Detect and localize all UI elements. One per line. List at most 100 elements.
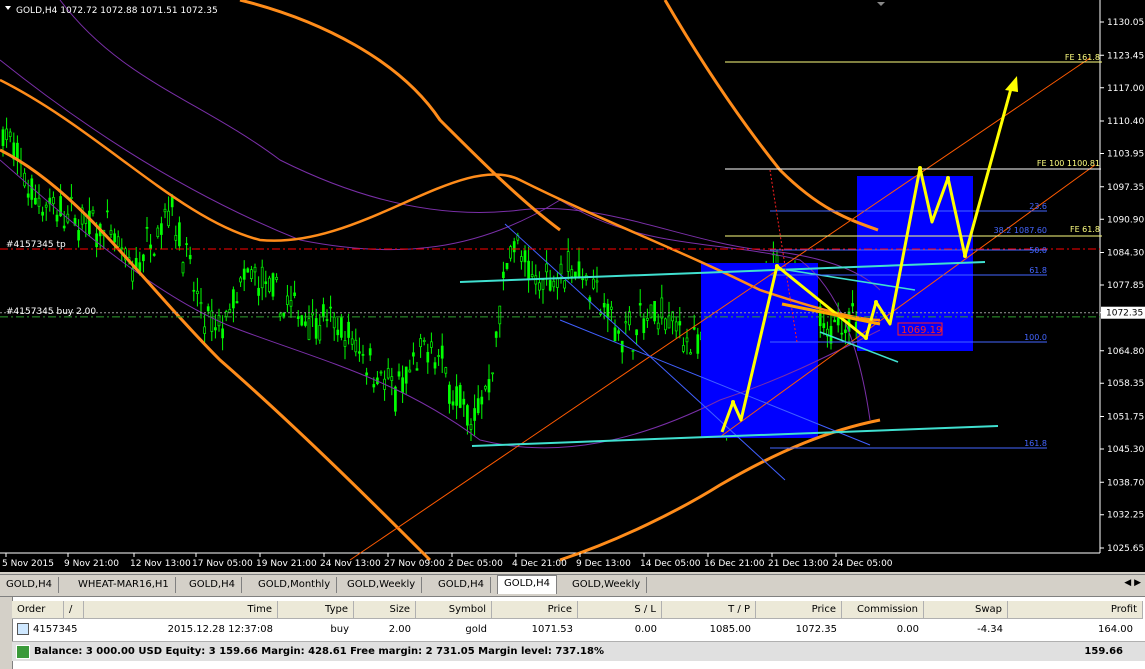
chart-canvas[interactable]: FE 161.8 FE 100 1100.81 FE 61.8 23.6 38.2 10…: [0, 0, 1145, 572]
chart-tab[interactable]: GOLD,Monthly: [252, 577, 338, 593]
col-size-header[interactable]: Size: [354, 601, 416, 619]
candle-body: [365, 372, 368, 376]
col-sort-header[interactable]: /: [64, 601, 84, 619]
candle-body: [494, 331, 498, 338]
candle-body: [116, 236, 120, 247]
balance-row: Balance: 3 000.00 USD Equity: 3 159.66 M…: [12, 641, 1145, 661]
time-tick-label: 2 Dec 05:00: [448, 559, 503, 569]
col-order-header[interactable]: Order: [12, 601, 64, 619]
col-tp-header[interactable]: T / P: [662, 601, 756, 619]
candle-body: [426, 352, 430, 363]
chart-tab[interactable]: GOLD,Weekly: [341, 577, 423, 593]
candle-body: [296, 316, 300, 319]
candle-body: [88, 210, 91, 235]
candle-body: [444, 367, 448, 374]
candle-body: [181, 262, 185, 274]
candle-body: [664, 318, 667, 331]
time-tick-label: 14 Dec 05:00: [640, 559, 701, 569]
order-cell-swap[interactable]: -4.34: [924, 621, 1008, 639]
col-price-header[interactable]: Price: [492, 601, 578, 619]
price-tick-label: 1025.65: [1107, 544, 1144, 554]
chart-menu-arrow-icon[interactable]: [5, 6, 11, 10]
price-tick-label: 1038.70: [1107, 478, 1144, 488]
balance-profit: 159.66: [1084, 646, 1123, 657]
chart-tab[interactable]: GOLD,H4: [183, 577, 242, 593]
time-tick-label: 24 Nov 13:00: [320, 559, 381, 569]
candle-body: [563, 280, 566, 289]
candle-body: [340, 317, 343, 338]
order-cell-time[interactable]: 2015.12.28 12:37:08: [84, 621, 278, 639]
candle-body: [152, 253, 156, 256]
order-cell-price[interactable]: 1071.53: [492, 621, 578, 639]
candle-body: [268, 277, 271, 292]
candle-body: [649, 304, 653, 319]
col-type-header[interactable]: Type: [278, 601, 354, 619]
chart-tab[interactable]: GOLD,Weekly: [566, 577, 648, 593]
candle-body: [408, 369, 412, 373]
order-cell-commission[interactable]: 0.00: [842, 621, 924, 639]
candle-body: [476, 398, 480, 414]
candle-body: [656, 322, 660, 330]
candle-body: [624, 321, 628, 324]
candle-body: [437, 355, 440, 357]
candle-body: [394, 386, 397, 412]
chart-tab[interactable]: WHEAT-MAR16,H1: [72, 577, 176, 593]
candle-body: [264, 281, 268, 285]
order-cell-profit[interactable]: 164.00: [1008, 621, 1138, 639]
candle-body: [667, 315, 671, 329]
candle-body: [314, 318, 318, 339]
col-symbol-header[interactable]: Symbol: [416, 601, 492, 619]
candle-body: [660, 297, 664, 319]
candle-body: [70, 197, 73, 199]
candle-body: [41, 211, 44, 216]
chart-tab[interactable]: GOLD,H4: [432, 577, 491, 593]
order-cell-order[interactable]: 4157345: [12, 621, 84, 639]
candle-body: [610, 306, 613, 310]
buy-order-label: #4157345 buy 2.00: [6, 307, 96, 317]
candle-body: [5, 128, 8, 141]
candle-body: [289, 300, 293, 307]
candle-body: [203, 326, 206, 334]
price-tick-label: 1084.30: [1107, 249, 1144, 259]
candle-body: [109, 230, 113, 235]
candle-body: [628, 311, 631, 326]
price-chart[interactable]: FE 161.8 FE 100 1100.81 FE 61.8 23.6 38.2 10…: [0, 0, 1145, 572]
candle-body: [545, 263, 548, 273]
col-cur-price-header[interactable]: Price: [756, 601, 842, 619]
candle-body: [30, 178, 34, 200]
order-cell-tp[interactable]: 1085.00: [662, 621, 756, 639]
projection-vertex: [731, 400, 735, 404]
candle-body: [322, 304, 325, 318]
candle-body: [250, 269, 253, 279]
candle-body: [448, 384, 451, 404]
col-commission-header[interactable]: Commission: [842, 601, 924, 619]
order-cell-type[interactable]: buy: [278, 621, 354, 639]
order-cell-cur_price[interactable]: 1072.35: [756, 621, 842, 639]
candle-body: [646, 317, 649, 321]
col-swap-header[interactable]: Swap: [924, 601, 1008, 619]
candle-body: [170, 196, 174, 208]
candle-body: [242, 268, 246, 280]
chart-tab[interactable]: GOLD,H4: [497, 575, 557, 594]
order-cell-symbol[interactable]: gold: [416, 621, 492, 639]
order-cell-sl[interactable]: 0.00: [578, 621, 662, 639]
tab-scroll-arrows[interactable]: ◀ ▶: [1124, 578, 1141, 588]
chart-tab[interactable]: GOLD,H4: [0, 577, 59, 593]
candle-body: [840, 332, 844, 335]
candle-body: [52, 197, 55, 205]
col-time-header[interactable]: Time: [84, 601, 278, 619]
candle-body: [829, 325, 833, 344]
candle-body: [120, 247, 124, 250]
candle-body: [23, 172, 26, 187]
candle-body: [350, 338, 354, 345]
col-profit-header[interactable]: Profit: [1008, 601, 1143, 619]
price-tick-label: 1051.75: [1107, 413, 1144, 423]
candle-body: [44, 204, 48, 208]
candle-body: [178, 222, 181, 247]
candle-body: [307, 318, 311, 340]
candle-body: [613, 327, 617, 342]
col-sl-header[interactable]: S / L: [578, 601, 662, 619]
candle-body: [336, 329, 340, 336]
order-cell-size[interactable]: 2.00: [354, 621, 416, 639]
candle-body: [192, 289, 196, 292]
